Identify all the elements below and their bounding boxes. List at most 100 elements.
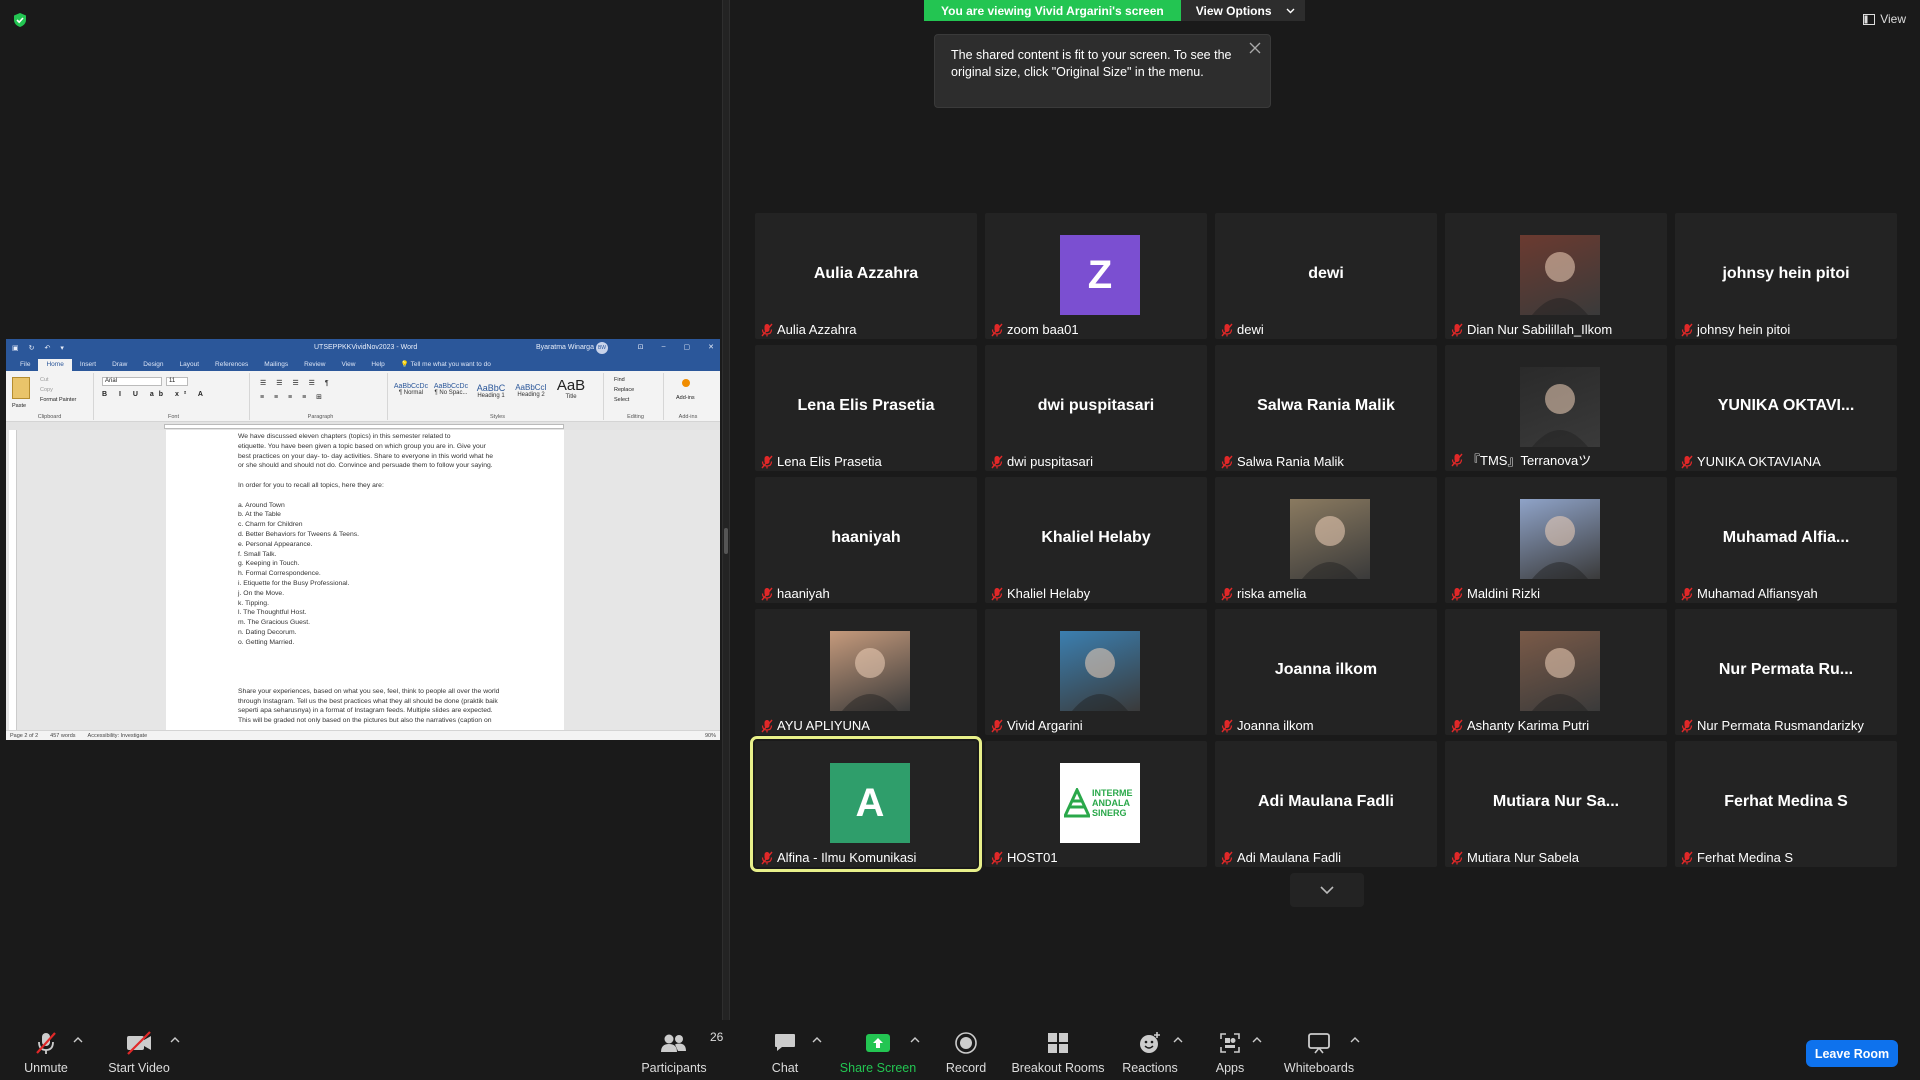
- style-heading-2-sample: AaBbCcI: [515, 383, 547, 392]
- doc-line: In order for you to recall all topics, h…: [238, 481, 384, 489]
- participant-tile[interactable]: Dian Nur Sabilillah_Ilkom: [1445, 213, 1667, 339]
- whiteboards-label: Whiteboards: [1283, 1061, 1355, 1075]
- unmute-button[interactable]: Unmute: [20, 1030, 72, 1075]
- chat-options-chevron-icon[interactable]: [812, 1036, 822, 1044]
- participant-tile[interactable]: dwi puspitasari dwi puspitasari: [985, 345, 1207, 471]
- participant-tile[interactable]: Adi Maulana Fadli Adi Maulana Fadli: [1215, 741, 1437, 867]
- doc-line: c. Charm for Children: [238, 521, 303, 529]
- doc-line: b. At the Table: [238, 511, 281, 519]
- word-status-bar: Page 2 of 2 457 words Accessibility: Inv…: [6, 730, 720, 740]
- participant-tile[interactable]: Joanna ilkom Joanna ilkom: [1215, 609, 1437, 735]
- share-screen-button[interactable]: Share Screen: [839, 1030, 917, 1075]
- apps-options-chevron-icon[interactable]: [1252, 1036, 1262, 1044]
- participant-tile[interactable]: Ferhat Medina S Ferhat Medina S: [1675, 741, 1897, 867]
- reactions-button[interactable]: Reactions: [1122, 1030, 1178, 1075]
- participant-tile[interactable]: 『TMS』Terranovaツ: [1445, 345, 1667, 471]
- doc-line: best practices on your day- to- day acti…: [238, 452, 494, 460]
- view-label: View: [1880, 12, 1906, 26]
- chevron-down-icon: [1286, 8, 1295, 13]
- doc-line: etiquette. You have been given a topic b…: [238, 442, 486, 450]
- participant-tile[interactable]: Vivid Argarini: [985, 609, 1207, 735]
- style-normal-name: ¶ Normal: [398, 390, 424, 396]
- apps-label: Apps: [1215, 1061, 1245, 1075]
- leave-room-button[interactable]: Leave Room: [1806, 1040, 1898, 1067]
- style-heading-2-name: Heading 2: [517, 392, 545, 398]
- participant-tile[interactable]: A Alfina - Ilmu Komunikasi: [750, 736, 982, 872]
- whiteboards-button[interactable]: Whiteboards: [1284, 1030, 1354, 1075]
- breakout-rooms-button[interactable]: Breakout Rooms: [1011, 1030, 1105, 1075]
- split-view-divider[interactable]: [722, 0, 730, 1020]
- word-vertical-ruler: [9, 430, 17, 730]
- word-document-area: We have discussed eleven chapters (topic…: [6, 430, 720, 730]
- word-tab-help: Help: [371, 361, 385, 368]
- view-options-button[interactable]: View Options: [1180, 0, 1305, 21]
- start-video-button[interactable]: Start Video: [107, 1030, 171, 1075]
- gallery-next-page-button[interactable]: [1290, 873, 1364, 907]
- participant-photo: [1520, 631, 1600, 711]
- word-tell-me-text: Tell me what you want to do: [410, 361, 491, 368]
- participant-name-tag: Maldini Rizki: [1451, 586, 1540, 601]
- participant-tile[interactable]: Salwa Rania Malik Salwa Rania Malik: [1215, 345, 1437, 471]
- reactions-options-chevron-icon[interactable]: [1173, 1036, 1183, 1044]
- minimize-icon: –: [661, 343, 666, 350]
- participant-tile[interactable]: Nur Permata Ru... Nur Permata Rusmandariz…: [1675, 609, 1897, 735]
- encryption-shield-icon[interactable]: [12, 12, 28, 28]
- participant-display-name: Khaliel Helaby: [1041, 529, 1151, 546]
- close-icon[interactable]: [1248, 41, 1262, 55]
- replace-label: Replace: [614, 387, 635, 393]
- word-tab-view: View: [341, 361, 356, 368]
- muted-mic-icon: [1681, 851, 1693, 865]
- record-icon: [954, 1030, 978, 1056]
- accessibility-status: Accessibility: Investigate: [87, 732, 148, 739]
- participant-display-name: Adi Maulana Fadli: [1257, 793, 1394, 810]
- participants-button[interactable]: 26 Participants: [640, 1030, 723, 1075]
- chat-button[interactable]: Chat: [770, 1030, 800, 1075]
- whiteboard-icon: [1307, 1030, 1331, 1056]
- participant-tile[interactable]: Muhamad Alfia... Muhamad Alfiansyah: [1675, 477, 1897, 603]
- audio-options-chevron-icon[interactable]: [73, 1036, 83, 1044]
- participant-tile[interactable]: Khaliel Helaby Khaliel Helaby: [985, 477, 1207, 603]
- doc-line: Share your experiences, based on what yo…: [238, 687, 500, 695]
- participant-tile[interactable]: Mutiara Nur Sa... Mutiara Nur Sabela: [1445, 741, 1667, 867]
- muted-mic-icon: [991, 719, 1003, 733]
- fit-to-screen-tooltip: The shared content is fit to your screen…: [934, 34, 1271, 108]
- participant-tile[interactable]: YUNIKA OKTAVI... YUNIKA OKTAVIANA: [1675, 345, 1897, 471]
- shared-word-window[interactable]: ▣ ↻ ↶ ▾ UTSEPPKKVividNov2023 - Word Byar…: [6, 339, 720, 740]
- participant-name-tag: johnsy hein pitoi: [1681, 322, 1790, 337]
- participant-name: riska amelia: [1237, 586, 1307, 601]
- doc-line: seperti apa seharusnya) in a format of I…: [238, 707, 493, 715]
- logo-text-line: INTERME: [1092, 788, 1133, 798]
- doc-line: through Instagram. Tell us the best prac…: [238, 697, 498, 705]
- word-user-avatar: BW: [596, 342, 608, 354]
- whiteboards-options-chevron-icon[interactable]: [1350, 1036, 1360, 1044]
- participant-name-tag: Ferhat Medina S: [1681, 850, 1793, 865]
- participant-tile[interactable]: riska amelia: [1215, 477, 1437, 603]
- participant-name: Alfina - Ilmu Komunikasi: [777, 850, 917, 865]
- share-options-chevron-icon[interactable]: [910, 1036, 920, 1044]
- participant-tile[interactable]: Ashanty Karima Putri: [1445, 609, 1667, 735]
- apps-icon: [1219, 1030, 1241, 1056]
- style-heading-1: AaBbC Heading 1: [472, 383, 510, 399]
- participant-tile[interactable]: haaniyah haaniyah: [755, 477, 977, 603]
- apps-button[interactable]: Apps: [1210, 1030, 1250, 1075]
- participant-tile[interactable]: Zzoom baa01: [985, 213, 1207, 339]
- participant-tile[interactable]: INTERME ANDALA SINERG HOST01: [985, 741, 1207, 867]
- viewing-screen-label: You are viewing Vivid Argarini's screen: [924, 0, 1181, 21]
- record-button[interactable]: Record: [946, 1030, 986, 1075]
- share-screen-icon: [865, 1030, 891, 1056]
- divider-drag-handle[interactable]: [724, 528, 728, 554]
- word-tab-draw: Draw: [112, 361, 128, 368]
- participant-tile[interactable]: Lena Elis Prasetia Lena Elis Prasetia: [755, 345, 977, 471]
- word-ribbon-tabs: File Home Insert Draw Design Layout Refe…: [6, 357, 720, 371]
- participant-tile[interactable]: dewi dewi: [1215, 213, 1437, 339]
- participant-tile[interactable]: AYU APLIYUNA: [755, 609, 977, 735]
- participant-name: Aulia Azzahra: [777, 322, 857, 337]
- video-options-chevron-icon[interactable]: [170, 1036, 180, 1044]
- participant-tile[interactable]: johnsy hein pitoi johnsy hein pitoi: [1675, 213, 1897, 339]
- muted-mic-icon: [1451, 323, 1463, 337]
- share-screen-label: Share Screen: [839, 1061, 917, 1075]
- view-layout-button[interactable]: View: [1863, 12, 1906, 26]
- doc-line: n. Dating Decorum.: [238, 628, 297, 636]
- participant-tile[interactable]: Maldini Rizki: [1445, 477, 1667, 603]
- participant-tile[interactable]: Aulia Azzahra Aulia Azzahra: [755, 213, 977, 339]
